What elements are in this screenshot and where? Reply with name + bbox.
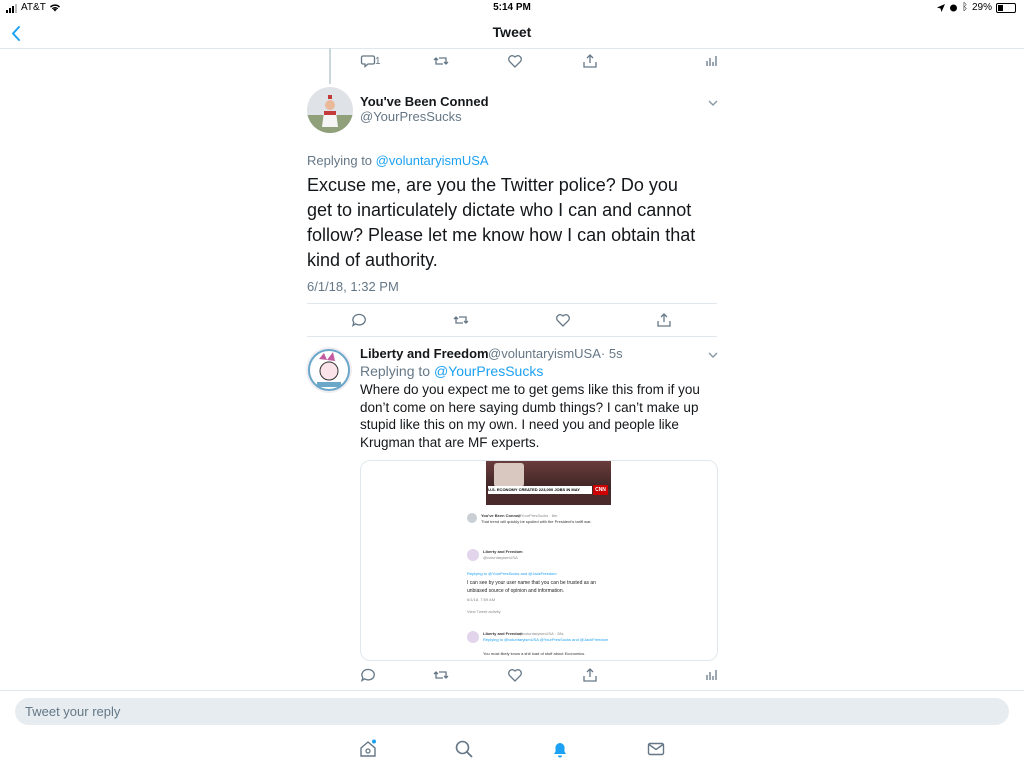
avatar[interactable]: [306, 347, 352, 393]
status-bar: AT&T 5:14 PM ᛒ 29%: [0, 0, 1024, 16]
share-icon[interactable]: [656, 312, 672, 328]
nav-bar: Tweet: [0, 16, 1024, 49]
tweet-text: Excuse me, are you the Twitter police? D…: [307, 175, 696, 270]
heart-icon[interactable]: [507, 667, 523, 683]
replying-prefix: Replying to: [307, 153, 373, 168]
embedded-thread: You've Been Conned @YourPresSucks · 8m T…: [467, 505, 617, 660]
bluetooth-icon: ᛒ: [961, 2, 968, 13]
heart-icon[interactable]: [555, 312, 571, 328]
embedded-replying: Replying to @voluntaryismUSA @YourPresSu…: [483, 637, 609, 642]
retweet-icon[interactable]: [433, 53, 449, 69]
status-time: 5:14 PM: [493, 2, 531, 13]
chevron-down-icon[interactable]: [707, 96, 719, 108]
news-chyron: U.S. ECONOMY CREATED 223,000 JOBS IN MAY: [488, 486, 592, 494]
embedded-text: I can see by your user name that you can…: [467, 580, 596, 594]
status-right: ᛒ 29%: [936, 2, 1016, 13]
share-icon[interactable]: [582, 53, 598, 69]
share-icon[interactable]: [582, 667, 598, 683]
news-network-logo: CNN: [593, 485, 608, 495]
author-name[interactable]: Liberty and Freedom: [360, 346, 489, 361]
page-title: Tweet: [492, 24, 532, 40]
replying-to-link[interactable]: @YourPresSucks: [434, 363, 543, 379]
analytics-icon[interactable]: [703, 667, 719, 683]
heart-icon[interactable]: [507, 53, 523, 69]
reply-input[interactable]: [15, 698, 1009, 725]
search-icon[interactable]: [454, 739, 474, 759]
retweet-icon[interactable]: [433, 667, 449, 683]
embedded-handle: @voluntaryismUSA: [483, 555, 518, 560]
news-video-frame: U.S. ECONOMY CREATED 223,000 JOBS IN MAY…: [486, 461, 611, 505]
replying-to: Replying to @voluntaryismUSA: [307, 153, 489, 168]
tweet-datetime: 6/1/18, 1:32 PM: [307, 279, 399, 294]
tweet-text: Where do you expect me to get gems like …: [360, 382, 700, 450]
replying-to-link[interactable]: @voluntaryismUSA: [376, 153, 489, 168]
divider: [307, 303, 717, 304]
embedded-replying: Replying to @YourPresSucks and @JackFree…: [467, 571, 557, 576]
embedded-activity: View Tweet activity: [467, 609, 501, 614]
reply-icon[interactable]: [351, 312, 367, 328]
embedded-date: 6/1/18, 7:59 AM: [467, 597, 496, 602]
reply-count: 1: [375, 56, 381, 67]
avatar[interactable]: [307, 87, 353, 133]
tweet-media[interactable]: U.S. ECONOMY CREATED 223,000 JOBS IN MAY…: [360, 460, 718, 661]
author-handle[interactable]: @YourPresSucks: [360, 109, 462, 124]
divider: [307, 336, 717, 337]
analytics-icon[interactable]: [703, 53, 719, 69]
battery-percent: 29%: [971, 2, 992, 13]
thread-connector: [329, 48, 331, 84]
author-handle-text[interactable]: @voluntaryismUSA: [488, 346, 601, 361]
embedded-text: That trend will quickly be spoiled with …: [481, 519, 592, 524]
embedded-text: You most likely know a shit load of stuf…: [483, 651, 586, 656]
replying-prefix: Replying to: [360, 363, 431, 379]
tweet-time: · 5s: [600, 346, 623, 361]
home-icon[interactable]: [358, 739, 378, 759]
author-handle: @voluntaryismUSA· 5s: [488, 346, 623, 361]
bell-icon[interactable]: [550, 739, 570, 759]
retweet-icon[interactable]: [453, 312, 469, 328]
chevron-down-icon[interactable]: [707, 348, 719, 360]
alarm-icon: [949, 4, 957, 12]
author-name[interactable]: You've Been Conned: [360, 94, 489, 109]
reply-icon[interactable]: [360, 53, 376, 69]
battery-icon: [996, 2, 1016, 13]
reply-icon[interactable]: [360, 667, 376, 683]
replying-to: Replying to @YourPresSucks: [360, 363, 543, 379]
composer-area: [0, 690, 1024, 768]
mail-icon[interactable]: [646, 739, 666, 759]
location-icon: [936, 3, 945, 12]
